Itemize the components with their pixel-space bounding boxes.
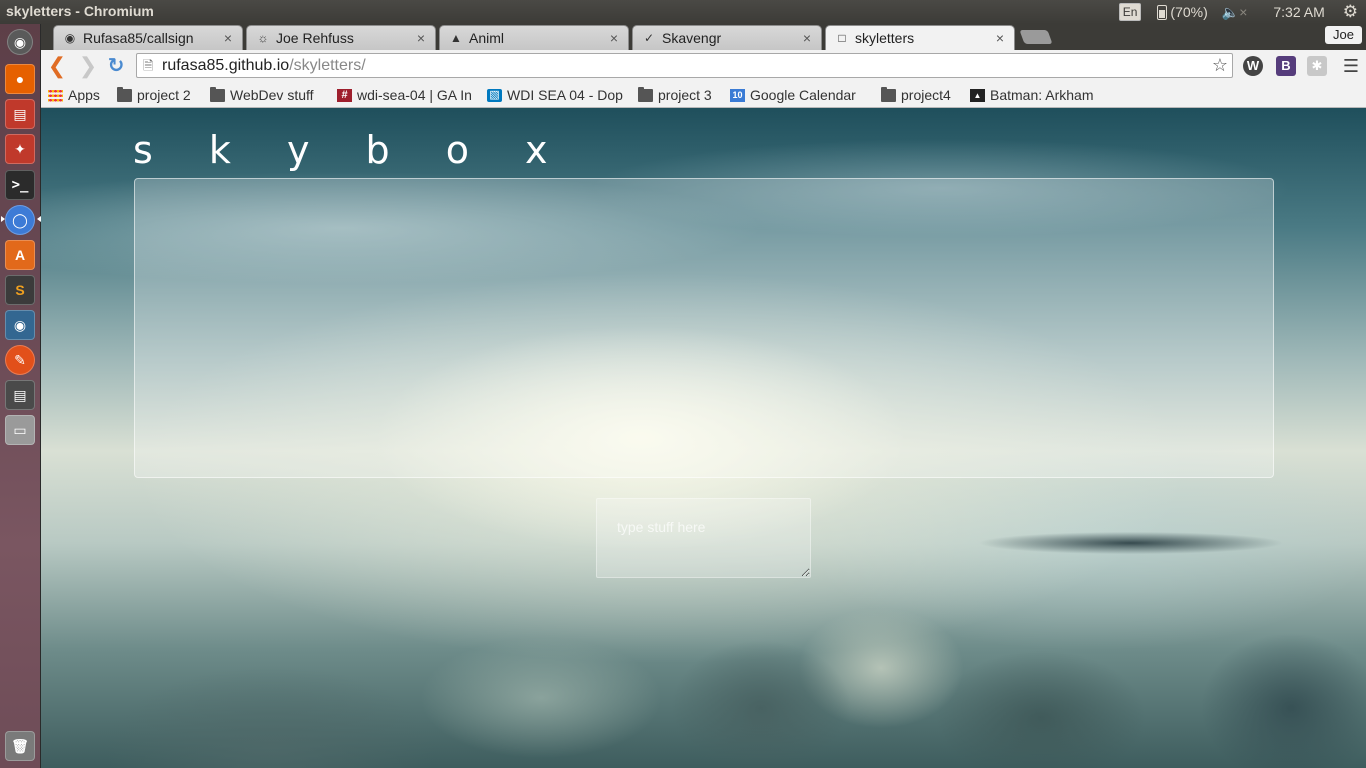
launcher: ◉ ● ▤ ✦ >_ ◯ A S ◉ ✎ ▤ ▭ 🗑	[0, 24, 41, 768]
bookmark-google-calendar[interactable]: 10 Google Calendar	[730, 85, 866, 105]
file-manager-icon[interactable]: ▤	[5, 99, 35, 129]
new-tab-button[interactable]	[1019, 30, 1053, 44]
tab-title: Joe Rehfuss	[276, 30, 354, 46]
folder-icon	[881, 86, 896, 102]
chromium-icon[interactable]: ◯	[5, 205, 35, 235]
tab-strip: ◉ Rufasa85/callsign × ☼ Joe Rehfuss × ▲ …	[41, 24, 1366, 50]
bookmark-wdi-sea-04-slack[interactable]: # wdi-sea-04 | GA In	[337, 85, 475, 105]
page-icon: 🗎	[143, 58, 154, 73]
url-text: rufasa85.github.io/skyletters/	[162, 54, 366, 77]
tab-joe-rehfuss[interactable]: ☼ Joe Rehfuss ×	[246, 25, 436, 50]
url-path: /skyletters/	[289, 57, 366, 74]
tab-callsign[interactable]: ◉ Rufasa85/callsign ×	[53, 25, 243, 50]
tab-skavengr[interactable]: ✓ Skavengr ×	[632, 25, 822, 50]
app-icon[interactable]: ✎	[5, 345, 35, 375]
bookmark-label: Google Calendar	[750, 87, 856, 103]
cumulus-clouds	[41, 568, 1366, 768]
bookmarks-bar: Apps project 2 WebDev stuff # wdi-sea-04…	[41, 82, 1366, 108]
terminal-icon[interactable]: >_	[5, 170, 35, 200]
keyboard-layout-indicator[interactable]: En	[1118, 3, 1142, 21]
extension-gray-icon[interactable]: ✱	[1307, 56, 1327, 76]
close-icon[interactable]: ×	[413, 30, 429, 46]
dash-icon[interactable]: ◉	[7, 29, 33, 55]
bookmark-label: WebDev stuff	[230, 87, 314, 103]
bookmark-label: wdi-sea-04 | GA In	[357, 87, 472, 103]
clock[interactable]: 7:32 AM	[1273, 4, 1324, 20]
battery-percent: (70%)	[1170, 4, 1208, 20]
bookmark-project-3[interactable]: project 3	[638, 85, 712, 105]
url-host: rufasa85.github.io	[162, 57, 290, 74]
menu-icon[interactable]: ☰	[1341, 54, 1361, 78]
back-button[interactable]: ❮	[45, 54, 69, 78]
folder-icon	[638, 86, 653, 102]
bookmark-batman-arkham[interactable]: ▲ Batman: Arkham	[970, 85, 1110, 105]
firefox-icon[interactable]: ●	[5, 64, 35, 94]
tab-animl[interactable]: ▲ Animl ×	[439, 25, 629, 50]
bookmark-project4[interactable]: project4	[881, 85, 951, 105]
bookmark-star-icon[interactable]: ☆	[1212, 54, 1228, 77]
trello-icon: ▧	[487, 88, 502, 102]
tab-skyletters[interactable]: □ skyletters ×	[825, 25, 1015, 50]
trash-icon[interactable]: 🗑	[5, 731, 35, 761]
bookmark-label: Apps	[68, 87, 100, 103]
address-bar[interactable]: 🗎 rufasa85.github.io/skyletters/ ☆	[136, 53, 1233, 78]
text-input[interactable]	[596, 498, 811, 578]
bookmark-wdi-sea-04-trello[interactable]: ▧ WDI SEA 04 - Dop	[487, 85, 625, 105]
settings-tools-icon[interactable]: ✦	[5, 134, 35, 164]
bookmark-label: Batman: Arkham	[990, 87, 1094, 103]
volume-muted-icon[interactable]: 🔈×	[1222, 4, 1248, 21]
bookmark-project-2[interactable]: project 2	[117, 85, 191, 105]
github-icon: ◉	[64, 31, 76, 45]
bookmark-label: project 2	[137, 87, 191, 103]
tab-title: Skavengr	[662, 30, 722, 46]
disk-icon[interactable]: ▭	[5, 415, 35, 445]
close-icon[interactable]: ×	[606, 30, 622, 46]
reload-button[interactable]: ↻	[104, 54, 128, 78]
web-icon: ☼	[257, 31, 269, 45]
slack-icon: #	[337, 88, 352, 102]
software-center-icon[interactable]: A	[5, 240, 35, 270]
feather-icon: ✓	[643, 31, 655, 45]
forward-button[interactable]: ❯	[76, 54, 100, 78]
folder-icon	[117, 86, 132, 102]
sublime-text-icon[interactable]: S	[5, 275, 35, 305]
extension-b-icon[interactable]: B	[1276, 56, 1296, 76]
close-icon[interactable]: ×	[992, 30, 1008, 46]
letters-display-area	[134, 178, 1274, 478]
indicator-area: En (70%) 🔈× 7:32 AM ⚙	[1118, 0, 1366, 24]
close-icon[interactable]: ×	[799, 30, 815, 46]
bookmark-label: project 3	[658, 87, 712, 103]
profile-button[interactable]: Joe	[1325, 26, 1362, 44]
page-icon: □	[838, 31, 846, 45]
bookmark-label: WDI SEA 04 - Dop	[507, 87, 623, 103]
postgresql-icon[interactable]: ◉	[5, 310, 35, 340]
calendar-icon: 10	[730, 88, 745, 102]
window-title: skyletters - Chromium	[6, 3, 154, 19]
bookmark-label: project4	[901, 87, 951, 103]
close-icon[interactable]: ×	[220, 30, 236, 46]
page-title: s k y b o x	[133, 128, 570, 172]
penguin-icon: ▲	[450, 31, 462, 45]
dark-cloud-streak	[941, 523, 1321, 563]
apps-grid-icon	[48, 88, 63, 102]
drive-icon[interactable]: ▤	[5, 380, 35, 410]
bookmark-webdev-stuff[interactable]: WebDev stuff	[210, 85, 314, 105]
tab-title: Rufasa85/callsign	[83, 30, 194, 46]
tab-title: skyletters	[855, 30, 915, 46]
tab-title: Animl	[469, 30, 505, 46]
batman-icon: ▲	[970, 88, 985, 102]
gear-icon[interactable]: ⚙	[1343, 2, 1358, 22]
folder-icon	[210, 86, 225, 102]
extension-w-icon[interactable]: W	[1243, 56, 1263, 76]
bookmark-apps[interactable]: Apps	[48, 85, 100, 105]
battery-icon	[1157, 4, 1168, 20]
toolbar: ❮ ❯ ↻ 🗎 rufasa85.github.io/skyletters/ ☆…	[41, 50, 1366, 82]
page-viewport: s k y b o x	[41, 108, 1366, 768]
top-panel: skyletters - Chromium En (70%) 🔈× 7:32 A…	[0, 0, 1366, 24]
battery-indicator[interactable]: (70%)	[1157, 4, 1208, 20]
